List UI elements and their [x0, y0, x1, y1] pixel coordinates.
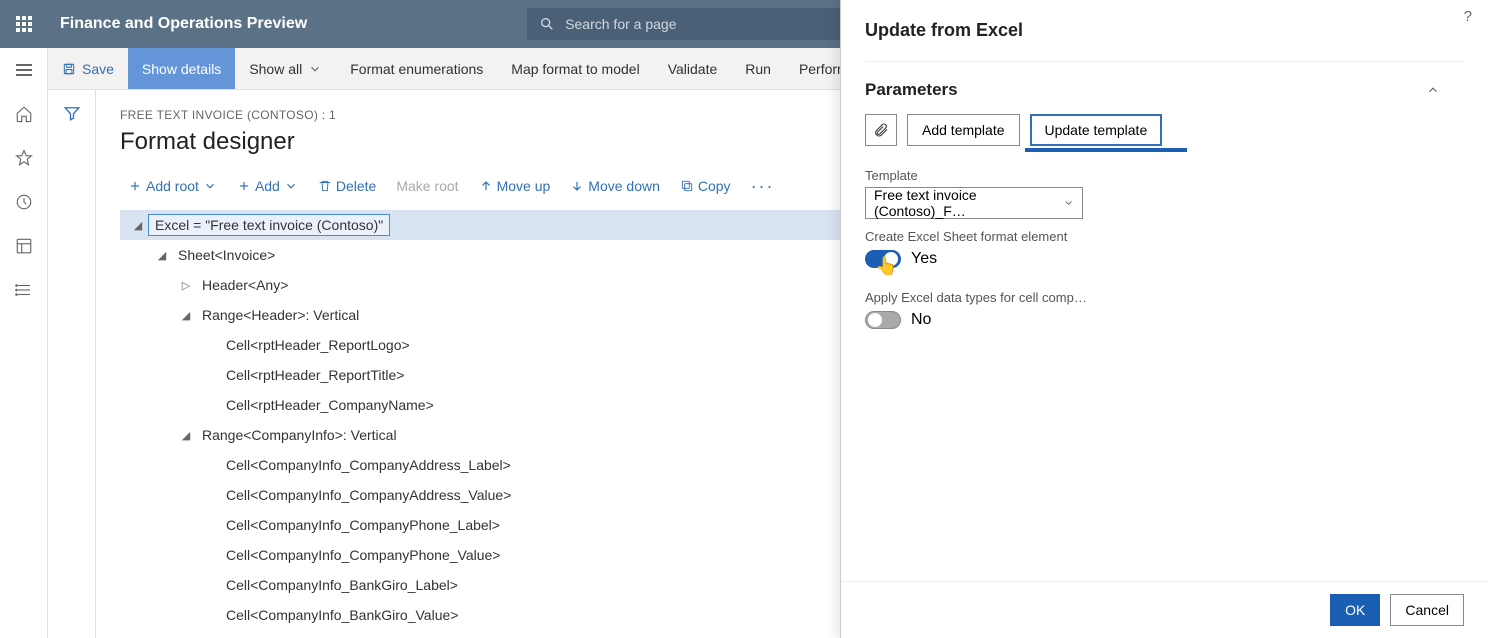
map-format-label: Map format to model — [511, 61, 639, 77]
ok-button[interactable]: OK — [1330, 594, 1380, 626]
template-field-label: Template — [865, 168, 1464, 183]
cancel-label: Cancel — [1405, 602, 1449, 618]
tree-node-label: Range<Header>: Vertical — [196, 305, 365, 325]
tree-node-label: Cell<CompanyInfo_BankGiro_Label> — [220, 575, 464, 595]
format-enum-label: Format enumerations — [350, 61, 483, 77]
update-from-excel-panel: ? Update from Excel Parameters Add templ… — [840, 0, 1488, 638]
add-button[interactable]: Add — [229, 174, 306, 198]
map-format-button[interactable]: Map format to model — [497, 48, 653, 89]
apply-types-label: Apply Excel data types for cell comp… — [865, 290, 1464, 305]
modules-icon[interactable] — [14, 280, 34, 300]
validate-button[interactable]: Validate — [654, 48, 732, 89]
recent-icon[interactable] — [14, 192, 34, 212]
flyout-title: Update from Excel — [865, 20, 1464, 41]
validate-label: Validate — [668, 61, 718, 77]
create-sheet-label: Create Excel Sheet format element — [865, 229, 1464, 244]
attach-file-button[interactable] — [865, 114, 897, 146]
chevron-down-icon — [284, 179, 298, 193]
chevron-up-icon[interactable] — [1426, 83, 1440, 97]
add-template-button[interactable]: Add template — [907, 114, 1020, 146]
tree-node-label: Cell<CompanyInfo_BankGiro_Value> — [220, 605, 464, 625]
tree-expand-icon[interactable]: ◢ — [176, 429, 196, 442]
chevron-down-icon — [203, 179, 217, 193]
create-sheet-value: Yes — [911, 250, 937, 268]
left-nav-rail — [0, 48, 48, 638]
tree-node-label: Cell<CompanyInfo_CompanyPhone_Value> — [220, 545, 506, 565]
tree-node-label: Excel = "Free text invoice (Contoso)" — [148, 214, 390, 236]
tree-node-label: Cell<CompanyInfo_CompanyAddress_Label> — [220, 455, 517, 475]
make-root-label: Make root — [396, 178, 458, 194]
add-label: Add — [255, 178, 280, 194]
chevron-down-icon — [308, 62, 322, 76]
show-all-label: Show all — [249, 61, 302, 77]
home-icon[interactable] — [14, 104, 34, 124]
ok-label: OK — [1345, 602, 1365, 618]
apply-types-value: No — [911, 311, 931, 329]
run-button[interactable]: Run — [731, 48, 785, 89]
run-label: Run — [745, 61, 771, 77]
tree-node-label: Cell<CompanyInfo_CompanyPhone_Label> — [220, 515, 506, 535]
template-select-value: Free text invoice (Contoso)_F… — [874, 187, 1063, 219]
tree-expand-icon[interactable]: ◢ — [176, 309, 196, 322]
waffle-icon — [16, 16, 32, 32]
divider — [865, 61, 1464, 62]
copy-label: Copy — [698, 178, 731, 194]
tree-expand-icon[interactable]: ◢ — [152, 249, 172, 262]
format-enumerations-button[interactable]: Format enumerations — [336, 48, 497, 89]
paperclip-icon — [873, 122, 889, 138]
add-template-label: Add template — [922, 122, 1005, 138]
make-root-button: Make root — [388, 174, 466, 198]
cancel-button[interactable]: Cancel — [1390, 594, 1464, 626]
tree-node-label: Cell<CompanyInfo_CompanyAddress_Value> — [220, 485, 517, 505]
tree-node-label: Header<Any> — [196, 275, 294, 295]
filter-icon[interactable] — [63, 104, 81, 122]
move-up-label: Move up — [497, 178, 551, 194]
filter-column — [48, 90, 96, 638]
create-sheet-toggle[interactable] — [865, 250, 901, 268]
help-button[interactable]: ? — [1464, 8, 1472, 25]
add-root-button[interactable]: Add root — [120, 174, 225, 198]
tree-node-label: Cell<rptHeader_ReportLogo> — [220, 335, 416, 355]
tree-expand-icon[interactable]: ▷ — [176, 279, 196, 292]
app-title: Finance and Operations Preview — [48, 15, 307, 33]
show-all-button[interactable]: Show all — [235, 48, 336, 89]
template-select[interactable]: Free text invoice (Contoso)_F… — [865, 187, 1083, 219]
save-button[interactable]: Save — [48, 48, 128, 89]
more-button[interactable]: ··· — [743, 172, 783, 201]
update-template-label: Update template — [1045, 122, 1148, 138]
tree-node-label: Cell<rptHeader_CompanyName> — [220, 395, 440, 415]
move-down-label: Move down — [588, 178, 660, 194]
search-icon — [539, 16, 555, 32]
delete-button[interactable]: Delete — [310, 174, 384, 198]
move-down-button[interactable]: Move down — [562, 174, 668, 198]
workspaces-icon[interactable] — [14, 236, 34, 256]
chevron-down-icon — [1063, 197, 1074, 209]
delete-label: Delete — [336, 178, 376, 194]
tree-node-label: Sheet<Invoice> — [172, 245, 281, 265]
tree-expand-icon[interactable]: ◢ — [128, 219, 148, 232]
show-details-button[interactable]: Show details — [128, 48, 235, 89]
tree-node-label: Range<CompanyInfo>: Vertical — [196, 425, 403, 445]
parameters-header[interactable]: Parameters — [865, 80, 958, 100]
show-details-label: Show details — [142, 61, 221, 77]
favorites-icon[interactable] — [14, 148, 34, 168]
add-root-label: Add root — [146, 178, 199, 194]
highlight-underline — [1025, 148, 1187, 152]
tree-node-label: Cell<rptHeader_ReportTitle> — [220, 365, 410, 385]
save-label: Save — [82, 61, 114, 77]
update-template-button[interactable]: Update template — [1030, 114, 1163, 146]
hamburger-menu-button[interactable] — [14, 60, 34, 80]
move-up-button[interactable]: Move up — [471, 174, 559, 198]
app-launcher-button[interactable] — [0, 0, 48, 48]
apply-types-toggle[interactable] — [865, 311, 901, 329]
copy-button[interactable]: Copy — [672, 174, 739, 198]
